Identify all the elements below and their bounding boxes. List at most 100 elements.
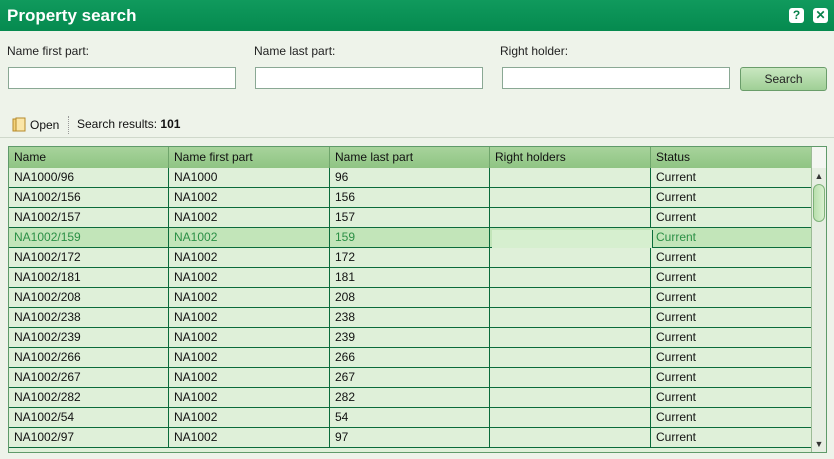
cell-right-holders [490, 268, 651, 287]
title-bar: Property search ? ✕ [0, 0, 834, 31]
cell-status: Current [656, 390, 697, 404]
cell-name-first-part: NA1002 [169, 348, 330, 367]
cell-name-last-part: 238 [330, 308, 490, 327]
cell-name: NA1002/159 [9, 228, 169, 247]
cell-right-holders [492, 230, 653, 249]
cell-right-holders [490, 328, 651, 347]
cell-status: Current [656, 210, 697, 224]
grid-header-corner [811, 147, 826, 168]
cell-right-holders [490, 168, 651, 187]
close-icon[interactable]: ✕ [813, 8, 828, 23]
search-results-label: Search results: [77, 117, 158, 131]
cell-name: NA1002/54 [9, 408, 169, 427]
table-row[interactable]: NA1002/267 NA1002 267 Current [9, 368, 811, 388]
header-name-last-part[interactable]: Name last part [330, 147, 490, 168]
cell-name-last-part: 172 [330, 248, 490, 267]
cell-name-first-part: NA1002 [169, 188, 330, 207]
header-right-holders[interactable]: Right holders [490, 147, 651, 168]
cell-status: Current [656, 270, 697, 284]
cell-right-holders [490, 408, 651, 427]
cell-name-last-part: 96 [330, 168, 490, 187]
cell-name: NA1002/239 [9, 328, 169, 347]
cell-status: Current [656, 330, 697, 344]
toolbar-separator [68, 116, 70, 134]
vertical-scrollbar[interactable]: ▲ ▼ [811, 168, 826, 452]
table-row[interactable]: NA1000/96 NA1000 96 Current [9, 168, 811, 188]
cell-right-holders [490, 348, 651, 367]
cell-name: NA1002/172 [9, 248, 169, 267]
table-row[interactable]: NA1002/238 NA1002 238 Current [9, 308, 811, 328]
cell-status: Current [656, 230, 697, 244]
cell-name-first-part: NA1002 [169, 208, 330, 227]
cell-name: NA1002/157 [9, 208, 169, 227]
cell-name: NA1002/267 [9, 368, 169, 387]
cell-name-last-part: 157 [330, 208, 490, 227]
cell-status: Current [656, 350, 697, 364]
scrollbar-thumb[interactable] [813, 184, 825, 222]
cell-right-holders [490, 388, 651, 407]
cell-name-first-part: NA1002 [169, 288, 330, 307]
table-row[interactable]: NA1002/97 NA1002 97 Current [9, 428, 811, 448]
table-row[interactable]: NA1002/156 NA1002 156 Current [9, 188, 811, 208]
cell-name-first-part: NA1000 [169, 168, 330, 187]
cell-name-first-part: NA1002 [169, 228, 330, 247]
cell-name-last-part: 239 [330, 328, 490, 347]
table-row[interactable]: NA1002/172 NA1002 172 Current [9, 248, 811, 268]
folder-open-icon [12, 117, 26, 133]
cell-name-last-part: 266 [330, 348, 490, 367]
cell-right-holders [490, 208, 651, 227]
cell-status: Current [656, 310, 697, 324]
table-row[interactable]: NA1002/282 NA1002 282 Current [9, 388, 811, 408]
cell-status: Current [656, 430, 697, 444]
table-row[interactable]: NA1002/266 NA1002 266 Current [9, 348, 811, 368]
cell-name-last-part: 208 [330, 288, 490, 307]
cell-name: NA1002/181 [9, 268, 169, 287]
cell-name-last-part: 159 [330, 228, 490, 247]
cell-right-holders [490, 428, 651, 447]
table-row[interactable]: NA1002/181 NA1002 181 Current [9, 268, 811, 288]
cell-name-first-part: NA1002 [169, 388, 330, 407]
cell-name-last-part: 282 [330, 388, 490, 407]
search-results-count: 101 [160, 117, 181, 131]
table-row[interactable]: NA1002/54 NA1002 54 Current [9, 408, 811, 428]
header-name-first-part[interactable]: Name first part [169, 147, 330, 168]
table-row[interactable]: NA1002/157 NA1002 157 Current [9, 208, 811, 228]
cell-right-holders [490, 308, 651, 327]
results-grid: Name Name first part Name last part Righ… [8, 146, 827, 453]
cell-status: Current [656, 170, 697, 184]
cell-name-last-part: 97 [330, 428, 490, 447]
cell-name: NA1002/97 [9, 428, 169, 447]
name-last-label: Name last part: [254, 44, 336, 58]
cell-name: NA1002/282 [9, 388, 169, 407]
name-first-input[interactable] [8, 67, 236, 89]
cell-right-holders [490, 288, 651, 307]
cell-name-last-part: 54 [330, 408, 490, 427]
cell-name-first-part: NA1002 [169, 328, 330, 347]
table-row-selected[interactable]: NA1002/159 NA1002 159 Current [9, 228, 811, 249]
results-toolbar: Open Search results: 101 [0, 113, 834, 137]
scroll-up-arrow-icon[interactable]: ▲ [813, 170, 825, 182]
cell-status: Current [656, 190, 697, 204]
grid-header: Name Name first part Name last part Righ… [9, 147, 811, 168]
cell-name: NA1002/156 [9, 188, 169, 207]
cell-name: NA1002/208 [9, 288, 169, 307]
table-row[interactable]: NA1002/239 NA1002 239 Current [9, 328, 811, 348]
cell-name-first-part: NA1002 [169, 368, 330, 387]
name-last-input[interactable] [255, 67, 483, 89]
table-row[interactable]: NA1002/208 NA1002 208 Current [9, 288, 811, 308]
search-button[interactable]: Search [740, 67, 827, 91]
help-icon[interactable]: ? [789, 8, 804, 23]
right-holder-input[interactable] [502, 67, 730, 89]
cell-right-holders [490, 248, 651, 267]
cell-name: NA1002/266 [9, 348, 169, 367]
cell-name-first-part: NA1002 [169, 268, 330, 287]
cell-name-first-part: NA1002 [169, 408, 330, 427]
cell-name: NA1002/238 [9, 308, 169, 327]
open-label: Open [30, 118, 60, 132]
header-status[interactable]: Status [651, 147, 811, 168]
name-first-label: Name first part: [7, 44, 90, 58]
cell-right-holders [490, 188, 651, 207]
header-name[interactable]: Name [9, 147, 169, 168]
scroll-down-arrow-icon[interactable]: ▼ [813, 438, 825, 450]
cell-status: Current [656, 290, 697, 304]
